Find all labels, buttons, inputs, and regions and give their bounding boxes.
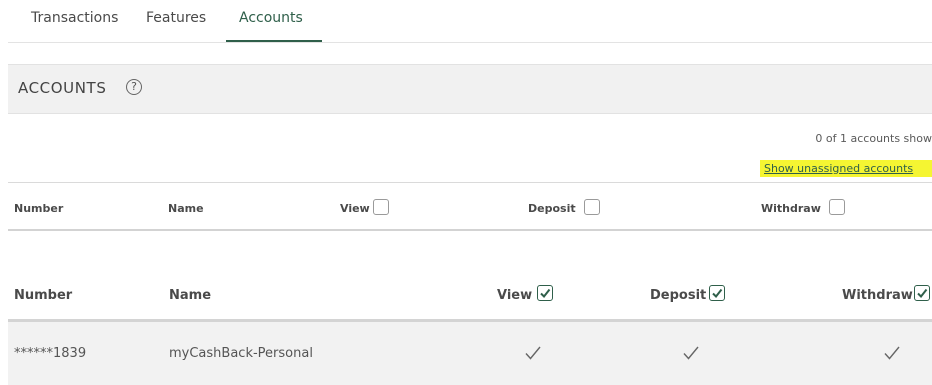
- checkmark-icon: [917, 288, 928, 299]
- column-header-withdraw: Withdraw: [761, 202, 821, 215]
- checkmark-icon: [712, 288, 723, 299]
- select-all-view-checkbox[interactable]: [373, 199, 389, 215]
- withdraw-permission-check-icon: [884, 346, 900, 360]
- tabs-divider: [8, 42, 932, 43]
- checkmark-icon: [540, 288, 551, 299]
- table-top-rule: [8, 182, 932, 183]
- select-all-withdraw-checkbox[interactable]: [829, 199, 845, 215]
- tab-features[interactable]: Features: [146, 8, 206, 34]
- tab-accounts[interactable]: Accounts: [239, 8, 303, 34]
- column-header-view: View: [497, 288, 533, 303]
- section-title: ACCOUNTS: [18, 79, 107, 97]
- column-header-withdraw: Withdraw: [842, 288, 913, 303]
- select-all-withdraw-checkbox[interactable]: [914, 285, 930, 301]
- column-header-deposit: Deposit: [650, 288, 707, 303]
- deposit-permission-check-icon: [683, 346, 699, 360]
- select-all-deposit-checkbox[interactable]: [584, 199, 600, 215]
- column-header-name: Name: [168, 202, 204, 215]
- column-header-name: Name: [169, 288, 212, 303]
- column-header-deposit: Deposit: [528, 202, 576, 215]
- column-header-number: Number: [14, 202, 64, 215]
- select-all-deposit-checkbox[interactable]: [709, 285, 725, 301]
- column-header-view: View: [340, 202, 370, 215]
- table-row: [8, 322, 932, 385]
- accounts-section-header: ACCOUNTS ?: [8, 64, 932, 114]
- question-circle-icon[interactable]: ?: [126, 79, 142, 95]
- account-name: myCashBack-Personal: [169, 346, 313, 361]
- account-number: ******1839: [14, 346, 87, 361]
- table-header-rule: [8, 229, 932, 231]
- select-all-view-checkbox[interactable]: [537, 285, 553, 301]
- view-permission-check-icon: [525, 346, 541, 360]
- show-unassigned-accounts-link[interactable]: Show unassigned accounts: [760, 160, 932, 177]
- column-header-number: Number: [14, 288, 73, 303]
- tab-transactions[interactable]: Transactions: [31, 8, 118, 34]
- accounts-count-text: 0 of 1 accounts show: [815, 132, 932, 145]
